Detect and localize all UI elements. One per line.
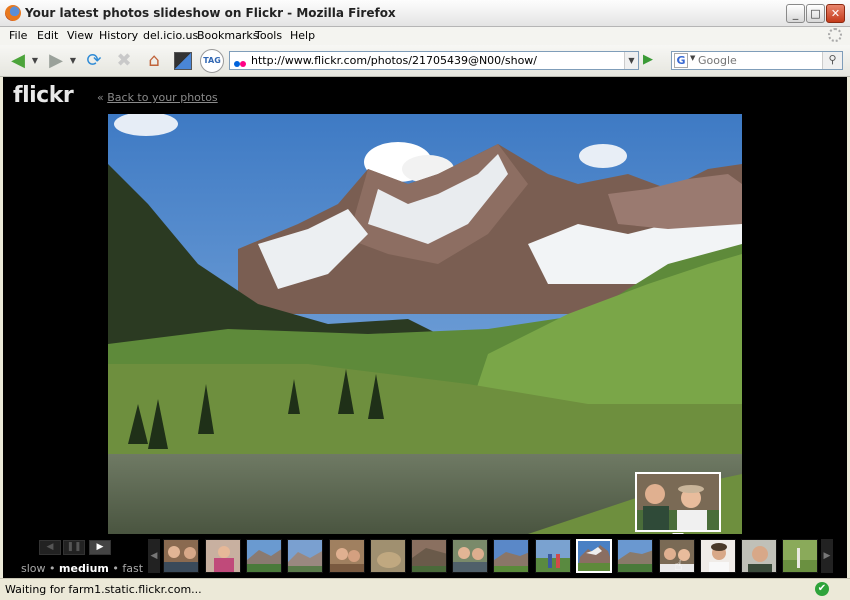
thumbnail[interactable] [411,539,447,573]
thumbnail-hover-preview [635,472,721,532]
back-link-prefix: « [97,91,104,104]
back-link-wrapper: « Back to your photos [97,91,218,104]
tag-icon[interactable]: TAG [200,49,224,73]
address-bar[interactable]: http://www.flickr.com/photos/21705439@N0… [229,51,639,70]
thumbnail[interactable] [493,539,529,573]
menu-history[interactable]: History [99,29,138,42]
play-button[interactable]: ▶ [89,540,111,555]
slideshow-photo[interactable] [108,114,742,534]
close-button[interactable]: ✕ [826,4,845,23]
thumbnail[interactable] [246,539,282,573]
window-title-bar[interactable]: Your latest photos slideshow on Flickr -… [0,0,850,27]
menu-delicious[interactable]: del.icio.us [143,29,198,42]
minimize-button[interactable]: _ [786,4,805,23]
previous-photo-button[interactable]: ◀ [39,540,61,555]
status-text: Waiting for farm1.static.flickr.com... [5,583,202,596]
speed-selector: slow • medium • fast [21,562,143,575]
thumbnail[interactable] [535,539,571,573]
search-engine-dropdown[interactable]: ▼ [690,54,695,62]
url-history-dropdown[interactable]: ▼ [624,52,638,69]
pause-button[interactable]: ❚❚ [63,540,85,555]
speed-separator: • [49,562,56,575]
menu-bar: File Edit View History del.icio.us Bookm… [0,27,850,45]
thumbnail[interactable] [700,539,736,573]
menu-view[interactable]: View [67,29,93,42]
go-button[interactable]: ▶ [643,52,659,68]
search-icon[interactable]: ⚲ [822,52,842,69]
search-bar[interactable]: G ▼ ⚲ [671,51,843,70]
back-button[interactable]: ◀ [6,49,30,73]
thumbnails-scroll-left[interactable]: ◀ [148,539,160,573]
speed-fast[interactable]: fast [122,562,143,575]
stop-icon[interactable]: ✖ [112,49,136,73]
window-title: Your latest photos slideshow on Flickr -… [25,6,396,20]
url-text[interactable]: http://www.flickr.com/photos/21705439@N0… [251,54,537,67]
back-to-photos-link[interactable]: Back to your photos [107,91,217,104]
flickr-favicon-icon [234,57,246,67]
thumbnail[interactable] [329,539,365,573]
slideshow-controls: ◀ ❚❚ ▶ slow • medium • fast ◀ ☝ ▶ [3,534,847,578]
thumbnail[interactable] [617,539,653,573]
throbber-icon [828,28,842,42]
speed-medium[interactable]: medium [59,562,109,575]
thumbnail[interactable] [782,539,818,573]
svg-text:☝: ☝ [674,558,683,573]
forward-history-dropdown[interactable]: ▼ [68,49,78,73]
menu-edit[interactable]: Edit [37,29,58,42]
page-content: flickr « Back to your photos ◀ ❚❚ ▶ slow… [3,77,847,578]
menu-file[interactable]: File [9,29,27,42]
firefox-icon [5,5,21,21]
menu-help[interactable]: Help [290,29,315,42]
home-icon[interactable]: ⌂ [142,49,166,73]
speed-slow[interactable]: slow [21,562,46,575]
thumbnail[interactable] [370,539,406,573]
maximize-button[interactable]: □ [806,4,825,23]
status-bar: Waiting for farm1.static.flickr.com... ✔ [0,578,850,600]
search-input[interactable] [698,53,818,68]
thumbnail[interactable] [205,539,241,573]
thumbnail-hovered[interactable]: ☝ [659,539,695,573]
thumbnail[interactable] [741,539,777,573]
menu-bookmarks[interactable]: Bookmarks [197,29,258,42]
thumbnail[interactable] [287,539,323,573]
thumbnail-selected[interactable] [576,539,612,573]
flickr-logo: flickr [13,83,74,108]
thumbnail[interactable] [452,539,488,573]
back-history-dropdown[interactable]: ▼ [30,49,40,73]
speed-separator: • [112,562,119,575]
thumbnail[interactable] [163,539,199,573]
reload-icon[interactable]: ⟳ [82,49,106,73]
bookmark-icon[interactable] [171,49,195,73]
thumbnails-scroll-right[interactable]: ▶ [821,539,833,573]
menu-tools[interactable]: Tools [255,29,282,42]
security-check-icon[interactable]: ✔ [815,582,829,596]
forward-button[interactable]: ▶ [44,49,68,73]
search-engine-icon[interactable]: G [674,53,688,68]
